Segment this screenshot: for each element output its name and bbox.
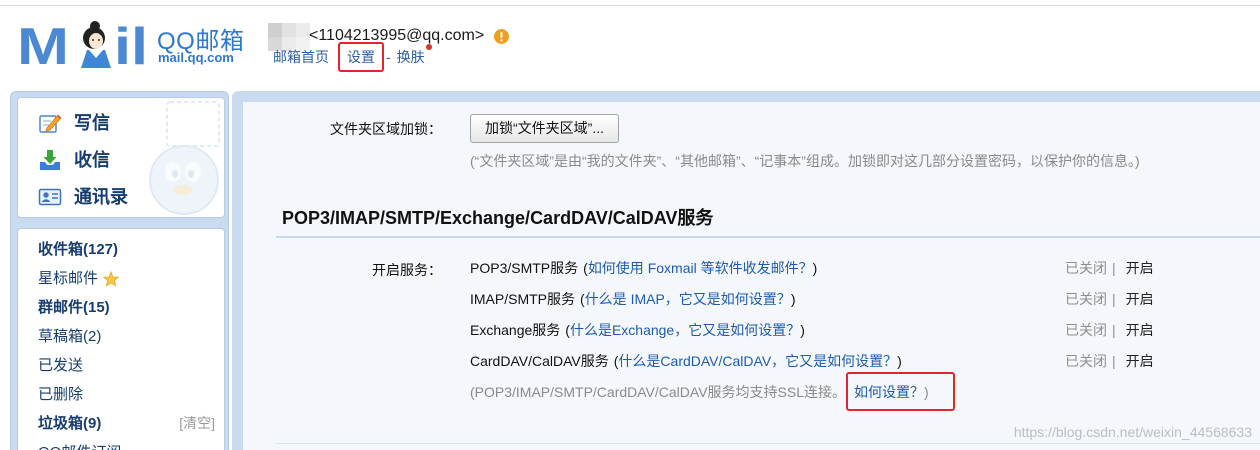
empty-spam-link[interactable]: [清空]: [179, 409, 215, 438]
ssl-note: (POP3/IMAP/SMTP/CardDAV/CalDAV服务均支持SSL连接…: [470, 372, 955, 411]
receive-mail-icon: [40, 150, 60, 170]
compose-label[interactable]: 写信: [74, 108, 110, 138]
folder-lock-hint: (“文件夹区域”是由“我的文件夹”、“其他邮箱”、“记事本”组成。加锁即对这几部…: [470, 153, 1140, 169]
service-name: CardDAV/CalDAV服务: [470, 353, 609, 369]
brand-domain[interactable]: mail.qq.com: [158, 50, 234, 65]
folder-inbox[interactable]: 收件箱(127): [17, 235, 225, 264]
folder-label[interactable]: 星标邮件: [38, 264, 98, 293]
compose-action[interactable]: 写信: [18, 108, 224, 138]
receive-label[interactable]: 收信: [74, 145, 110, 175]
logo-letter-m: M: [17, 18, 69, 72]
paren-close: ): [790, 291, 796, 307]
status-text: 已关闭: [1065, 291, 1107, 307]
folder-lock-label: 文件夹区域加锁：: [330, 121, 442, 137]
service-name: IMAP/SMTP服务: [470, 291, 576, 307]
paren-close: ): [897, 353, 902, 369]
mail-logo[interactable]: M il: [15, 18, 155, 72]
compose-icon: [39, 114, 62, 133]
ssl-note-text: (POP3/IMAP/SMTP/CardDAV/CalDAV服务均支持SSL连接…: [470, 383, 846, 400]
services-label: 开启服务：: [372, 262, 442, 278]
service-status-imap-smtp: 已关闭 | 开启: [1065, 289, 1154, 309]
service-row-exchange: Exchange服务 (什么是Exchange，它又是如何设置？): [470, 320, 805, 340]
folder-group-mail[interactable]: 群邮件(15): [17, 293, 225, 322]
watermark: https://blog.csdn.net/weixin_44568633: [1013, 424, 1252, 440]
enable-service-link[interactable]: 开启: [1126, 291, 1154, 307]
folder-label[interactable]: 群邮件(15): [38, 293, 110, 322]
folder-lock-button[interactable]: 加锁“文件夹区域”...: [470, 114, 619, 143]
section-title: POP3/IMAP/SMTP/Exchange/CardDAV/CalDAV服务: [282, 208, 714, 228]
service-name: Exchange服务: [470, 322, 561, 338]
nav-skin-label[interactable]: 换肤: [397, 49, 425, 65]
ssl-help-link[interactable]: 如何设置？: [854, 382, 924, 402]
new-badge-dot: [425, 44, 432, 50]
ssl-note-close: ): [924, 383, 929, 400]
logo-girl-icon: [81, 21, 111, 68]
folder-drafts[interactable]: 草稿箱(2): [17, 322, 225, 351]
folder-subscriptions[interactable]: QQ邮件订阅: [17, 438, 225, 450]
star-icon: [103, 270, 120, 287]
section-divider: [276, 236, 1260, 238]
folder-spam[interactable]: 垃圾箱(9) [清空]: [17, 409, 225, 438]
folder-label[interactable]: 收件箱(127): [38, 235, 118, 264]
folder-sent[interactable]: 已发送: [17, 351, 225, 380]
service-status-carddav-caldav: 已关闭 | 开启: [1065, 351, 1154, 371]
status-text: 已关闭: [1065, 260, 1107, 276]
service-row-pop3-smtp: POP3/SMTP服务 (如何使用 Foxmail 等软件收发邮件？): [470, 258, 817, 278]
highlight-box: 如何设置？): [846, 372, 955, 411]
service-row-imap-smtp: IMAP/SMTP服务 (什么是 IMAP，它又是如何设置？): [470, 289, 795, 309]
contacts-action[interactable]: 通讯录: [18, 182, 224, 212]
folder-label[interactable]: 草稿箱(2): [38, 322, 101, 351]
service-help-link[interactable]: 如何使用 Foxmail 等软件收发邮件？: [588, 260, 813, 276]
folder-label[interactable]: 垃圾箱(9): [38, 409, 101, 438]
sidebar-actions: 写信 收信 通讯录: [17, 97, 225, 218]
top-nav: 邮箱首页 设置 - 换肤: [273, 42, 432, 72]
folder-starred[interactable]: 星标邮件: [17, 264, 225, 293]
folder-list: 收件箱(127) 星标邮件 群邮件(15) 草稿箱(2) 已发送 已删除 垃圾箱…: [17, 235, 225, 450]
status-divider: |: [1112, 353, 1116, 369]
contacts-label[interactable]: 通讯录: [74, 182, 128, 212]
paren-close: ): [812, 260, 818, 276]
service-help-link[interactable]: 什么是 IMAP，它又是如何设置？: [585, 291, 791, 307]
folder-deleted[interactable]: 已删除: [17, 380, 225, 409]
folder-label[interactable]: 已发送: [38, 351, 83, 380]
nav-separator: -: [386, 49, 391, 65]
nav-settings-link[interactable]: 设置: [338, 42, 384, 72]
service-row-carddav-caldav: CardDAV/CalDAV服务 (什么是CardDAV/CalDAV，它又是如何…: [470, 351, 902, 371]
top-divider: [0, 5, 1260, 6]
enable-service-link[interactable]: 开启: [1126, 353, 1154, 369]
contacts-icon: [38, 188, 62, 206]
status-text: 已关闭: [1065, 353, 1107, 369]
status-divider: |: [1112, 322, 1116, 338]
status-divider: |: [1112, 260, 1116, 276]
status-divider: |: [1112, 291, 1116, 307]
logo-letters-il: il: [114, 18, 148, 72]
paren-close: ): [800, 322, 805, 338]
folder-label[interactable]: 已删除: [38, 380, 83, 409]
nav-skin-link[interactable]: 换肤: [397, 44, 432, 67]
service-help-link[interactable]: 什么是Exchange，它又是如何设置？: [570, 322, 800, 338]
service-status-pop3-smtp: 已关闭 | 开启: [1065, 258, 1154, 278]
warning-icon[interactable]: [494, 28, 510, 44]
receive-action[interactable]: 收信: [18, 145, 224, 175]
section-bottom-divider: [276, 443, 1260, 444]
service-name: POP3/SMTP服务: [470, 260, 579, 276]
nav-home-link[interactable]: 邮箱首页: [273, 47, 329, 67]
service-help-link[interactable]: 什么是CardDAV/CalDAV，它又是如何设置？: [618, 353, 897, 369]
status-text: 已关闭: [1065, 322, 1107, 338]
folder-label[interactable]: QQ邮件订阅: [38, 438, 121, 450]
enable-service-link[interactable]: 开启: [1126, 322, 1154, 338]
enable-service-link[interactable]: 开启: [1126, 260, 1154, 276]
service-status-exchange: 已关闭 | 开启: [1065, 320, 1154, 340]
